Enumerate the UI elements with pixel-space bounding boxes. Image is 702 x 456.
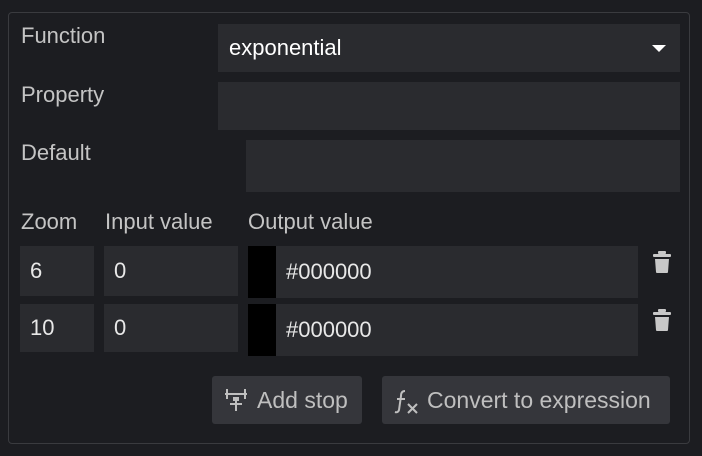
add-stop-label: Add stop (257, 387, 348, 413)
property-label: Property (21, 82, 105, 107)
stop-input-value-input[interactable]: 0 (104, 304, 238, 352)
stop-zoom-value: 6 (30, 258, 43, 283)
chevron-down-icon (652, 45, 666, 52)
color-swatch[interactable] (248, 246, 276, 298)
trash-icon[interactable] (653, 309, 671, 331)
stop-output-value: #000000 (286, 317, 372, 342)
stop-input-value: 0 (114, 315, 127, 340)
stop-zoom-value: 10 (30, 315, 55, 340)
stop-input-value-input[interactable]: 0 (104, 246, 238, 296)
convert-to-expression-button[interactable]: Convert to expression (382, 376, 670, 424)
stop-output-value: #000000 (286, 259, 372, 284)
output-value-column-header: Output value (248, 209, 373, 234)
stop-input-value: 0 (114, 258, 127, 283)
input-value-column-header: Input value (105, 209, 213, 234)
color-swatch[interactable] (248, 304, 276, 356)
default-label: Default (21, 140, 91, 165)
trash-icon[interactable] (653, 251, 671, 273)
function-label: Function (21, 23, 106, 48)
stop-output-value-input[interactable]: #000000 (276, 246, 638, 298)
default-input[interactable] (246, 140, 680, 192)
function-icon (394, 390, 418, 414)
add-stop-icon (225, 389, 247, 411)
add-stop-button[interactable]: Add stop (212, 376, 362, 424)
function-select-value: exponential (229, 35, 342, 60)
function-select[interactable]: exponential (218, 24, 680, 72)
convert-to-expression-label: Convert to expression (427, 387, 651, 413)
stop-zoom-input[interactable]: 10 (20, 304, 94, 352)
property-input[interactable] (218, 82, 680, 130)
stop-output-value-input[interactable]: #000000 (276, 304, 638, 356)
stop-zoom-input[interactable]: 6 (20, 246, 94, 296)
zoom-column-header: Zoom (21, 209, 78, 234)
